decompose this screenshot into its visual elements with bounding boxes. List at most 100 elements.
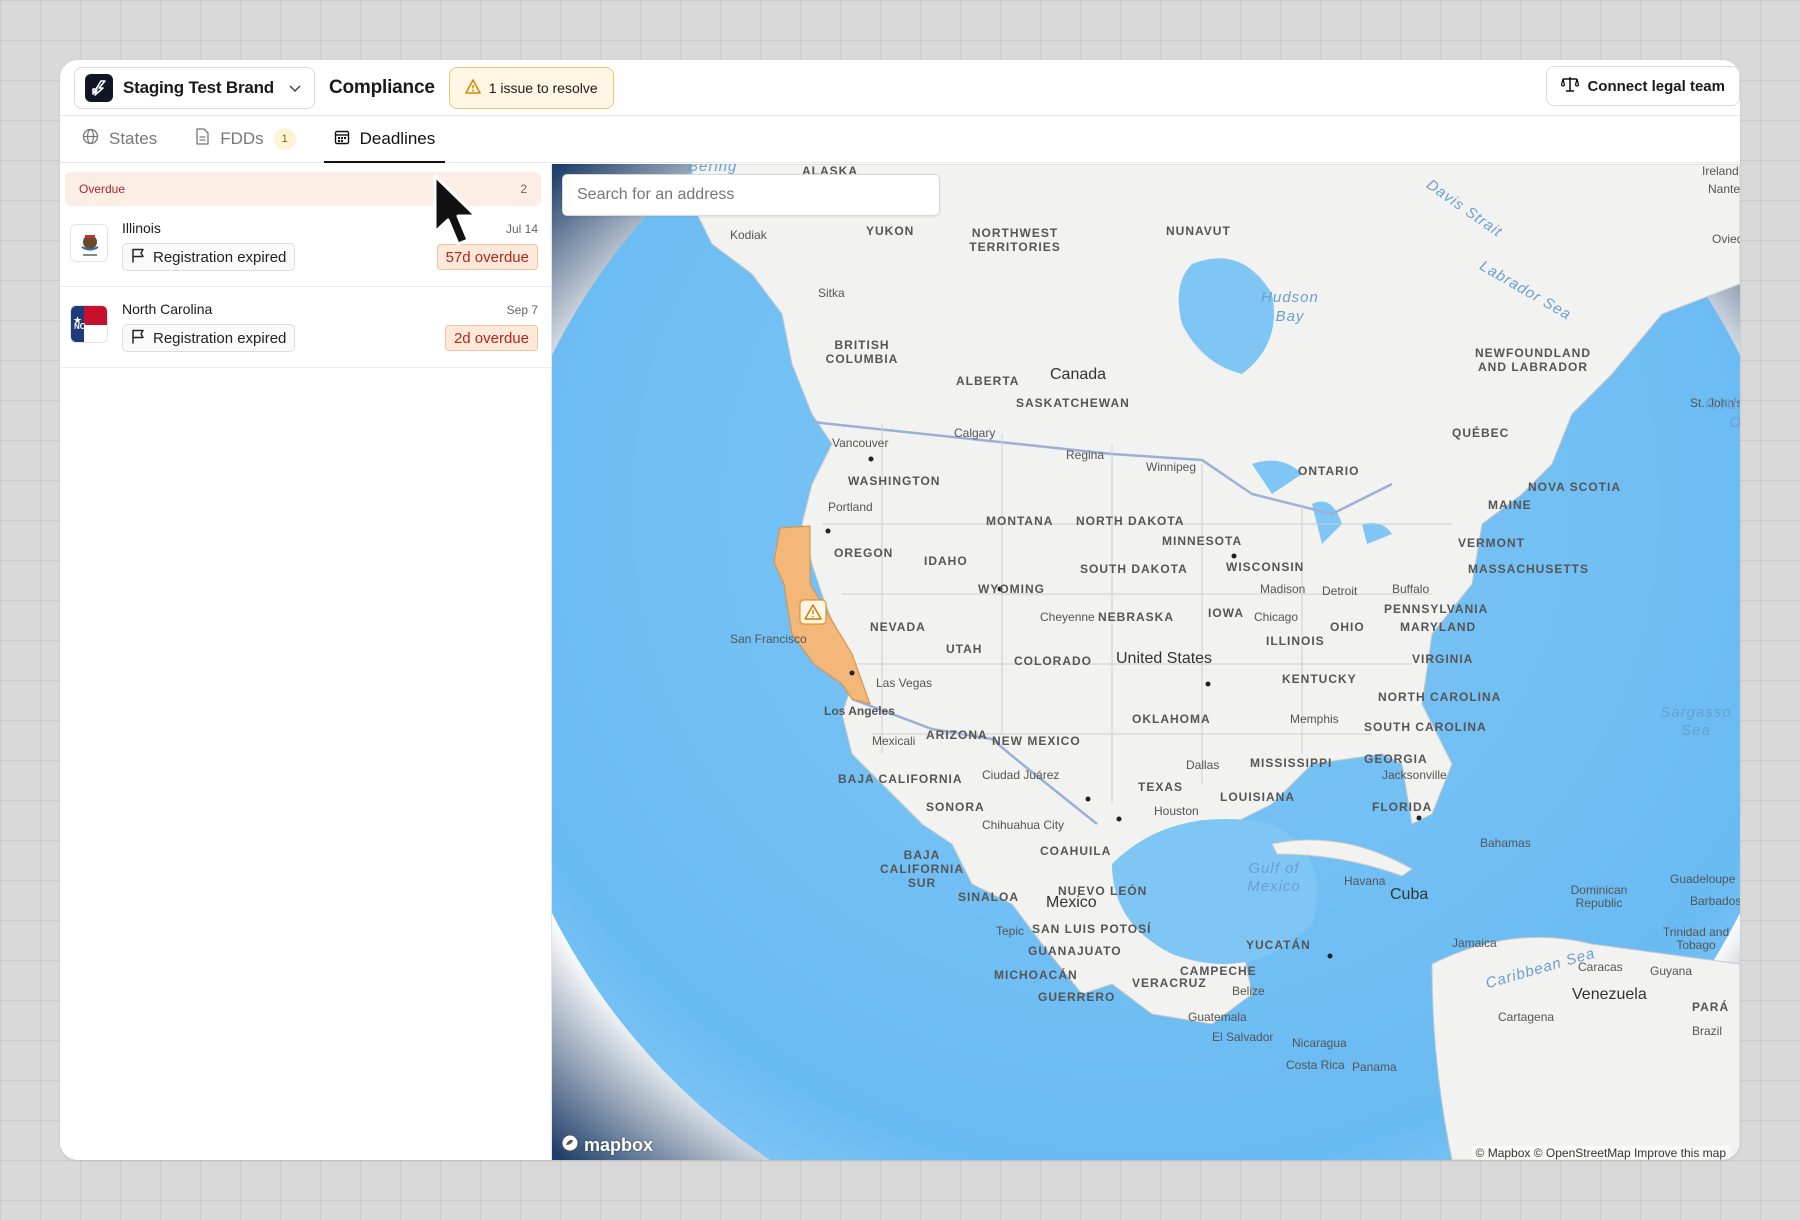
map-label: Cheyenne xyxy=(1040,610,1095,624)
mapbox-logo-text: mapbox xyxy=(584,1135,654,1155)
map-label: Detroit xyxy=(1322,584,1358,598)
map-label: Barbados xyxy=(1690,894,1740,908)
map-label: N Atl O xyxy=(1705,396,1740,431)
map-label: KENTUCKY xyxy=(1282,672,1357,686)
map-label: NORTH CAROLINA xyxy=(1378,690,1502,704)
map-label: Mexicali xyxy=(872,734,916,748)
deadline-state-name: North Carolina xyxy=(122,301,213,317)
deadline-date: Sep 7 xyxy=(506,303,538,317)
map-label: NORTH DAKOTA xyxy=(1076,514,1185,528)
map-label: Los Angeles xyxy=(824,704,895,718)
map-label: VIRGINIA xyxy=(1412,652,1474,666)
map-label: NORTHWEST TERRITORIES xyxy=(969,226,1061,254)
tab-fdds[interactable]: FDDs 1 xyxy=(185,116,305,162)
illinois-flag-icon xyxy=(70,224,108,262)
warning-icon xyxy=(464,78,481,97)
map-label: Brazil xyxy=(1692,1024,1723,1038)
map-label: Costa Rica xyxy=(1286,1058,1345,1072)
map-label: Dallas xyxy=(1186,758,1220,772)
map-label: Ciudad Juárez xyxy=(982,768,1060,782)
top-bar: Staging Test Brand Compliance 1 issue to… xyxy=(60,60,1740,116)
map-label: Memphis xyxy=(1290,712,1339,726)
app-window: Staging Test Brand Compliance 1 issue to… xyxy=(60,60,1740,1160)
status-tag: Registration expired xyxy=(122,243,296,271)
map-label: Chihuahua City xyxy=(982,818,1065,832)
map-label: Kodiak xyxy=(730,228,767,242)
map-label: WYOMING xyxy=(978,582,1045,596)
map-label: OHIO xyxy=(1330,620,1365,634)
map-label: MAINE xyxy=(1488,498,1532,512)
map-label: QUÉBEC xyxy=(1452,426,1510,440)
map-label: El Salvador xyxy=(1212,1030,1274,1044)
tab-fdds-count: 1 xyxy=(273,128,296,150)
brand-switcher[interactable]: Staging Test Brand xyxy=(74,66,315,109)
mapbox-icon xyxy=(560,1133,580,1158)
map-label: Guyana xyxy=(1650,964,1693,978)
map-label: Buffalo xyxy=(1392,582,1430,596)
map-label: Guadeloupe xyxy=(1670,872,1736,886)
map-label: Las Vegas xyxy=(876,676,933,690)
map-label: Madison xyxy=(1260,582,1306,596)
map-label: VERMONT xyxy=(1458,536,1525,550)
chevron-down-icon xyxy=(288,81,302,95)
map-view[interactable]: ALASKA Bering Kodiak YUKON NORTHWEST TER… xyxy=(552,164,1740,1160)
flag-icon xyxy=(131,329,145,348)
map-label: OKLAHOMA xyxy=(1132,712,1211,726)
map-label: Bahamas xyxy=(1480,836,1531,850)
calendar-icon xyxy=(334,129,350,150)
map-label: ILLINOIS xyxy=(1266,634,1325,648)
map-label: FLORIDA xyxy=(1372,800,1433,814)
map-label: LOUISIANA xyxy=(1220,790,1295,804)
map-label: OREGON xyxy=(834,546,894,560)
map-label: BAJA CALIFORNIA SUR xyxy=(880,848,964,890)
tab-fdds-label: FDDs xyxy=(220,129,264,148)
deadline-row-north-carolina[interactable]: NC North Carolina Sep 7 Registration exp… xyxy=(60,287,551,368)
map-label: SAN LUIS POTOSÍ xyxy=(1032,922,1152,936)
issue-badge[interactable]: 1 issue to resolve xyxy=(448,66,614,109)
tab-states[interactable]: States xyxy=(72,116,167,162)
map-label: MARYLAND xyxy=(1400,620,1477,634)
map-label: Sitka xyxy=(818,286,845,300)
california-warning-marker[interactable] xyxy=(799,599,827,625)
map-label: Oviedo xyxy=(1712,232,1740,246)
map-label: San Francisco xyxy=(730,632,807,646)
address-search-input[interactable] xyxy=(562,174,940,216)
tab-deadlines[interactable]: Deadlines xyxy=(323,116,446,163)
map-label: GUERRERO xyxy=(1038,990,1116,1004)
map-label: VERACRUZ xyxy=(1132,976,1207,990)
deadline-state-name: Illinois xyxy=(122,220,161,236)
map-label: ALBERTA xyxy=(956,374,1020,388)
map-label: MICHOACÁN xyxy=(994,968,1078,982)
mouse-cursor-icon xyxy=(432,174,482,259)
main-content: Overdue 2 Illinois Jul 14 Registration e… xyxy=(60,164,1740,1160)
mapbox-logo[interactable]: mapbox xyxy=(560,1133,653,1158)
map-label: United States xyxy=(1116,650,1213,667)
map-label: ARIZONA xyxy=(926,728,988,742)
document-icon xyxy=(195,128,210,150)
map-label: SASKATCHEWAN xyxy=(1016,396,1130,410)
flag-icon xyxy=(131,248,145,267)
map-label: Belize xyxy=(1232,984,1265,998)
map-label: NEVADA xyxy=(870,620,926,634)
page-title: Compliance xyxy=(329,76,435,98)
status-label: Registration expired xyxy=(153,248,287,266)
map-label: GEORGIA xyxy=(1364,752,1428,766)
map-label: NEBRASKA xyxy=(1098,610,1175,624)
map-label: SONORA xyxy=(926,800,985,814)
map-label: SOUTH DAKOTA xyxy=(1080,562,1188,576)
map-label: Nicaragua xyxy=(1292,1036,1347,1050)
map-attribution[interactable]: © Mapbox © OpenStreetMap Improve this ma… xyxy=(1471,1146,1730,1160)
map-label: MONTANA xyxy=(986,514,1054,528)
map-label: NOVA SCOTIA xyxy=(1528,480,1622,494)
map-label: IOWA xyxy=(1208,606,1244,620)
tab-states-label: States xyxy=(109,129,158,148)
map-label: PENNSYLVANIA xyxy=(1384,602,1489,616)
map-label: IDAHO xyxy=(924,554,968,568)
overdue-badge: 2d overdue xyxy=(444,325,538,351)
map-label: Winnipeg xyxy=(1146,460,1197,474)
map-label: YUCATÁN xyxy=(1246,938,1311,952)
map-label: SINALOA xyxy=(958,890,1019,904)
map-label: COLORADO xyxy=(1014,654,1092,668)
connect-legal-team-button[interactable]: Connect legal team xyxy=(1546,66,1740,106)
map-label: MINNESOTA xyxy=(1162,534,1243,548)
